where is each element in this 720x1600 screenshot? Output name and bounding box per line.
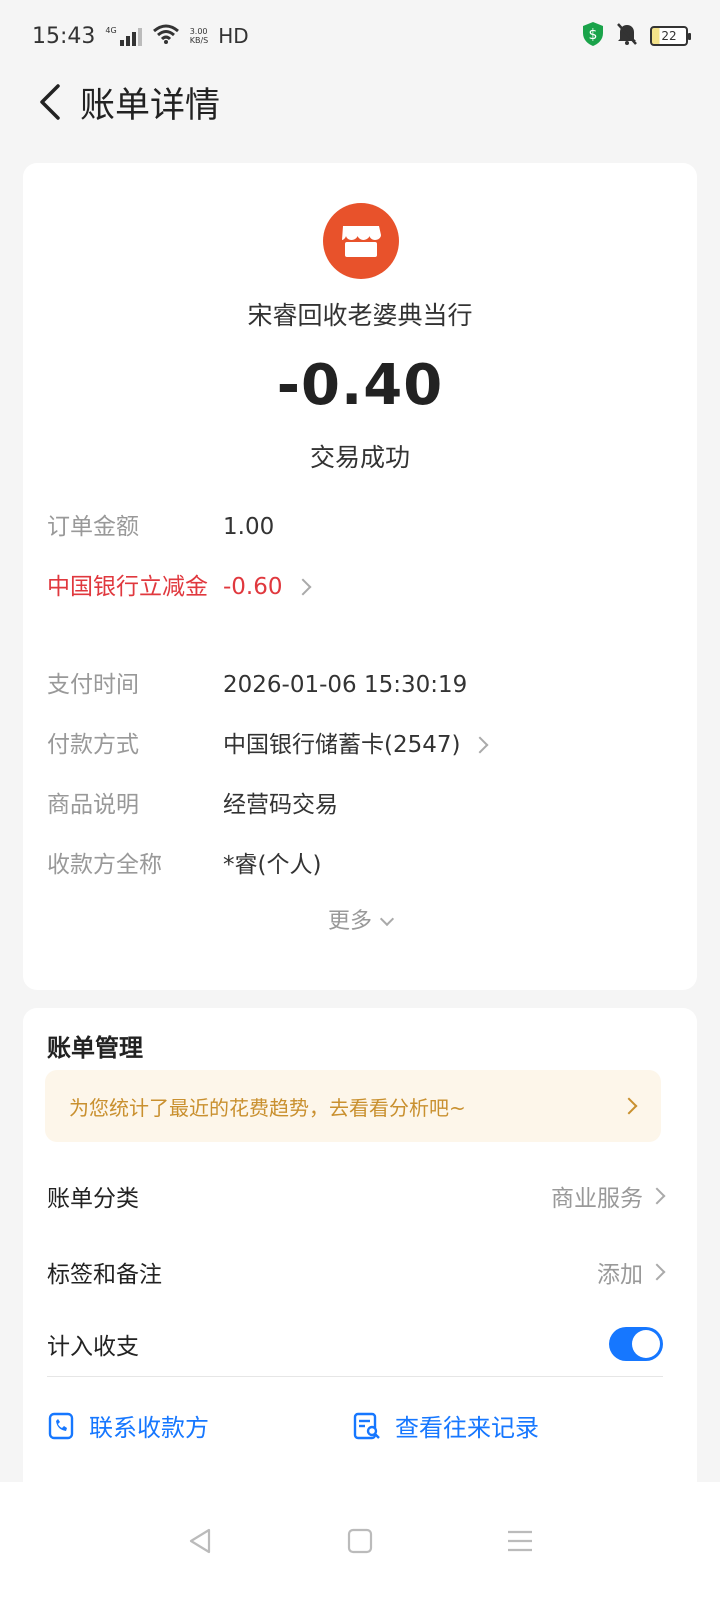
bill-amount: -0.40 xyxy=(276,353,444,418)
page-header: 账单详情 xyxy=(0,72,720,132)
detail-row-order-amount: 订单金额 1.00 xyxy=(47,508,673,546)
detail-row-product: 商品说明 经营码交易 xyxy=(47,786,673,824)
spending-analysis-banner[interactable]: 为您统计了最近的花费趋势，去看看分析吧~ xyxy=(45,1070,661,1142)
detail-label: 收款方全称 xyxy=(47,852,162,878)
svg-text:$: $ xyxy=(589,27,598,43)
view-records-label: 查看往来记录 xyxy=(395,1414,539,1442)
detail-value: *睿(个人) xyxy=(223,852,322,878)
detail-value-wrap: -0.60 xyxy=(223,568,312,606)
hd-label: HD xyxy=(218,24,249,48)
detail-value: 2026-01-06 15:30:19 xyxy=(223,672,468,698)
system-nav-bar xyxy=(0,1482,720,1600)
detail-row-pay-method[interactable]: 付款方式 中国银行储蓄卡(2547) xyxy=(47,726,673,764)
divider xyxy=(47,1376,663,1377)
chevron-right-icon xyxy=(648,1187,666,1205)
records-icon xyxy=(353,1412,381,1440)
status-time: 15:43 xyxy=(32,23,96,49)
triangle-back-icon xyxy=(189,1528,211,1554)
back-button[interactable] xyxy=(20,72,80,132)
status-right: $ 22 xyxy=(582,21,691,51)
square-home-icon xyxy=(347,1528,373,1554)
category-label: 账单分类 xyxy=(47,1186,139,1212)
tags-notes-row[interactable]: 标签和备注 添加 xyxy=(47,1242,666,1302)
category-value: 商业服务 xyxy=(551,1186,643,1212)
store-icon xyxy=(323,203,399,279)
mute-icon xyxy=(616,22,638,50)
network-speed: 3.00 KB/S xyxy=(190,27,209,45)
detail-row-pay-time: 支付时间 2026-01-06 15:30:19 xyxy=(47,666,673,704)
bill-category-row[interactable]: 账单分类 商业服务 xyxy=(47,1166,666,1226)
pay-method-value: 中国银行储蓄卡(2547) xyxy=(223,732,461,758)
tags-value-wrap: 添加 xyxy=(597,1255,666,1289)
detail-label: 付款方式 xyxy=(47,732,139,758)
chevron-right-icon xyxy=(294,578,312,596)
page-title: 账单详情 xyxy=(80,85,221,126)
detail-row-discount[interactable]: 中国银行立减金 -0.60 xyxy=(47,568,673,606)
trade-status: 交易成功 xyxy=(309,443,410,472)
tags-label: 标签和备注 xyxy=(47,1262,162,1288)
discount-value: -0.60 xyxy=(223,574,283,600)
detail-value: 1.00 xyxy=(223,514,275,540)
view-records-button[interactable]: 查看往来记录 xyxy=(353,1408,539,1443)
status-bar: 15:43 4G 3.00 KB/S HD $ 22 xyxy=(0,0,720,72)
more-button[interactable]: 更多 xyxy=(23,903,697,935)
bill-management-card: 账单管理 为您统计了最近的花费趋势，去看看分析吧~ 账单分类 商业服务 标签和备… xyxy=(23,1008,697,1528)
income-label: 计入收支 xyxy=(47,1334,139,1360)
speed-value: 3.00 xyxy=(189,27,208,36)
nav-back-button[interactable] xyxy=(170,1511,230,1571)
detail-value: 经营码交易 xyxy=(223,792,338,818)
contact-payee-label: 联系收款方 xyxy=(89,1414,209,1442)
nav-home-button[interactable] xyxy=(330,1511,390,1571)
merchant-name: 宋睿回收老婆典当行 xyxy=(247,301,473,330)
shield-icon: $ xyxy=(582,21,604,51)
detail-label: 商品说明 xyxy=(47,792,139,818)
detail-label: 中国银行立减金 xyxy=(47,574,208,600)
chevron-right-icon xyxy=(648,1263,666,1281)
chevron-right-icon xyxy=(471,736,489,754)
income-toggle[interactable] xyxy=(609,1327,663,1361)
detail-row-payee: 收款方全称 *睿(个人) xyxy=(47,846,673,884)
status-left: 15:43 4G 3.00 KB/S HD xyxy=(32,23,249,49)
signal-icon: 4G xyxy=(105,26,142,46)
battery-icon: 22 xyxy=(650,26,691,46)
detail-label: 订单金额 xyxy=(47,514,139,540)
category-value-wrap: 商业服务 xyxy=(551,1179,666,1213)
section-title: 账单管理 xyxy=(47,1034,143,1062)
detail-value-wrap: 中国银行储蓄卡(2547) xyxy=(223,726,489,764)
more-label: 更多 xyxy=(327,909,372,934)
chevron-left-icon xyxy=(40,84,60,120)
menu-icon xyxy=(508,1530,532,1552)
speed-unit: KB/S xyxy=(189,36,209,45)
network-type: 4G xyxy=(105,26,117,35)
chevron-down-icon xyxy=(379,911,395,927)
chevron-right-icon xyxy=(620,1097,638,1115)
tags-value: 添加 xyxy=(597,1262,643,1288)
wifi-icon xyxy=(152,23,180,49)
nav-menu-button[interactable] xyxy=(490,1511,550,1571)
income-expense-row: 计入收支 xyxy=(47,1314,663,1374)
detail-label: 支付时间 xyxy=(47,672,139,698)
bill-detail-card: 宋睿回收老婆典当行 -0.40 交易成功 订单金额 1.00 中国银行立减金 -… xyxy=(23,163,697,990)
banner-text: 为您统计了最近的花费趋势，去看看分析吧~ xyxy=(69,1095,466,1120)
contact-payee-button[interactable]: 联系收款方 xyxy=(47,1408,209,1443)
phone-icon xyxy=(47,1412,75,1440)
